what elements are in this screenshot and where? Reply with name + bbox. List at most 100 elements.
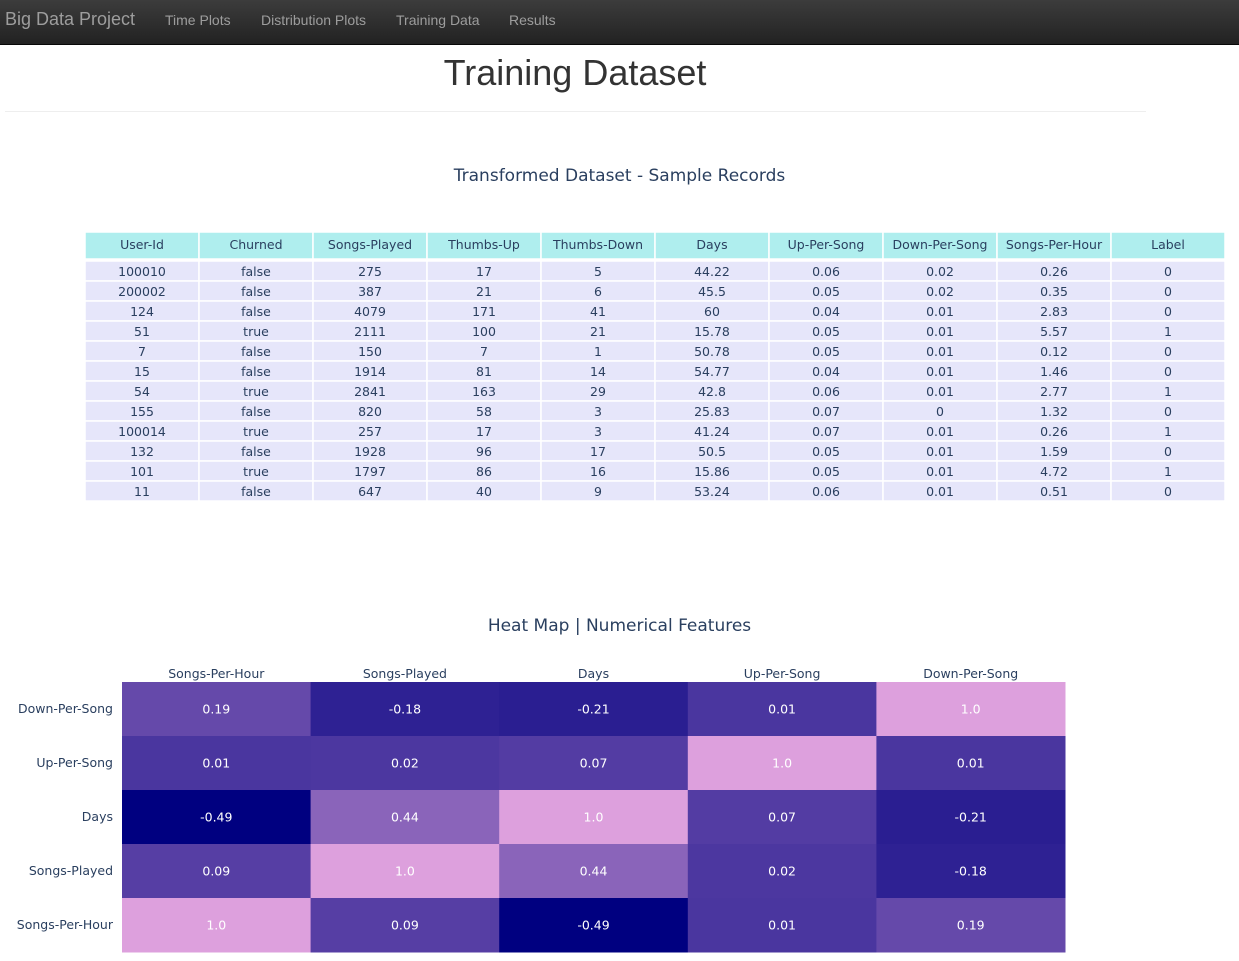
table-cell-value: true [243,384,269,399]
heatmap-cell-label: -0.21 [577,702,609,717]
table-cell-value: 44.22 [694,264,730,279]
table-cell-value: 0 [1164,364,1172,379]
heatmap-cell-label: -0.49 [200,810,232,825]
heatmap-cell-label: 1.0 [961,702,981,717]
heatmap-cell-label: 1.0 [772,756,792,771]
heatmap-cell-label: 0.19 [957,918,985,933]
table-cell-value: 0.01 [926,304,954,319]
heatmap-y-tick: Days [82,809,113,824]
heatmap-x-tick: Songs-Per-Hour [168,666,265,681]
table-header-label: Songs-Per-Hour [1006,237,1103,252]
table-cell-value: 150 [358,344,382,359]
table-cell-value: 132 [130,444,154,459]
table-header-label: Songs-Played [328,237,412,252]
navbar: Big Data Project Time Plots Distribution… [0,0,1239,45]
table-cell-value: false [241,404,271,419]
nav-time-plots[interactable]: Time Plots [165,12,231,28]
table-cell-value: 0.01 [926,464,954,479]
table-cell-value: 14 [590,364,606,379]
table-header-label: Up-Per-Song [788,237,865,252]
table-cell-value: 0.05 [812,284,840,299]
table-cell-value: 29 [590,384,606,399]
table-cell-value: 275 [358,264,382,279]
table-cell-value: 0.06 [812,384,840,399]
table-cell-value: 0 [936,404,944,419]
table-cell-value: 6 [594,284,602,299]
table-cell-value: 0.01 [926,384,954,399]
table-cell-value: 4079 [354,304,386,319]
nav-training-data[interactable]: Training Data [396,12,480,28]
heatmap-cell-label: 1.0 [206,918,226,933]
heatmap-cell-label: -0.49 [577,918,609,933]
table-cell-value: 4.72 [1040,464,1068,479]
table-cell-value: 0.01 [926,424,954,439]
table-cell-value: 1928 [354,444,386,459]
table-cell-value: 0.01 [926,324,954,339]
table-cell-value: 1 [1164,384,1172,399]
heatmap-x-tick: Up-Per-Song [744,666,821,681]
table-cell-value: 0.05 [812,444,840,459]
table-header-label: Days [696,237,727,252]
table-cell-value: 17 [590,444,606,459]
brand-link[interactable]: Big Data Project [5,9,135,30]
table-cell-value: 124 [130,304,154,319]
table-header-label: Churned [229,237,282,252]
heatmap-cell-label: 0.01 [768,702,796,717]
table-cell-value: 647 [358,484,382,499]
table-cell-value: 42.8 [698,384,726,399]
heatmap-cell-label: -0.21 [955,810,987,825]
table-cell-value: 11 [134,484,150,499]
table-cell-value: false [241,444,271,459]
table-cell-value: 0.04 [812,304,840,319]
table-cell-value: 0.06 [812,264,840,279]
table-cell-value: 96 [476,444,492,459]
table-cell-value: 15 [134,364,150,379]
heatmap-cell-label: 0.44 [580,864,608,879]
table-cell-value: 1.32 [1040,404,1068,419]
table-cell-value: 1 [1164,424,1172,439]
table-header-label: Down-Per-Song [892,237,987,252]
table-cell-value: 41 [590,304,606,319]
page-title: Training Dataset [443,52,707,93]
table-cell-value: 41.24 [694,424,730,439]
heatmap-cell-label: 0.01 [768,918,796,933]
table-cell-value: 60 [704,304,720,319]
table-cell-value: 101 [130,464,154,479]
table-cell-value: 0 [1164,344,1172,359]
table-cell-value: 17 [476,424,492,439]
heatmap-x-tick: Days [578,666,609,681]
table-title: Transformed Dataset - Sample Records [453,166,786,186]
table-cell-value: false [241,344,271,359]
nav-distribution-plots[interactable]: Distribution Plots [261,12,366,28]
table-cell-value: 155 [130,404,154,419]
table-cell-value: 0.07 [812,424,840,439]
heatmap-cell-label: 0.02 [391,756,419,771]
table-cell-value: 1914 [354,364,386,379]
nav-results[interactable]: Results [509,12,556,28]
table-cell-value: 50.78 [694,344,730,359]
table-cell-value: true [243,324,269,339]
heatmap-y-tick: Songs-Per-Hour [17,917,114,932]
table-cell-value: 25.83 [694,404,730,419]
table-cell-value: 1.46 [1040,364,1068,379]
table-cell-value: 5 [594,264,602,279]
heatmap-cell-label: 1.0 [584,810,604,825]
table-cell-value: 0.12 [1040,344,1068,359]
heatmap-cell-label: 0.02 [768,864,796,879]
table-cell-value: 0.07 [812,404,840,419]
heatmap-y-tick: Down-Per-Song [18,701,113,716]
table-cell-value: 1 [1164,324,1172,339]
heatmap-cell-label: 0.07 [768,810,796,825]
table-cell-value: true [243,464,269,479]
table-cell-value: 1797 [354,464,386,479]
table-header-label: User-Id [120,237,164,252]
sample-records-table: User-Id Churned Songs-Played Thumbs-Up Thumb… [84,231,1226,502]
table-header-label: Thumbs-Up [447,237,520,252]
table-cell-value: 387 [358,284,382,299]
table-cell-value: 0 [1164,484,1172,499]
table-cell-value: 3 [594,404,602,419]
table-cell-value: 0.02 [926,264,954,279]
heatmap-x-tick: Down-Per-Song [923,666,1018,681]
table-cell-value: 2111 [354,324,386,339]
table-cell-value: 58 [476,404,492,419]
